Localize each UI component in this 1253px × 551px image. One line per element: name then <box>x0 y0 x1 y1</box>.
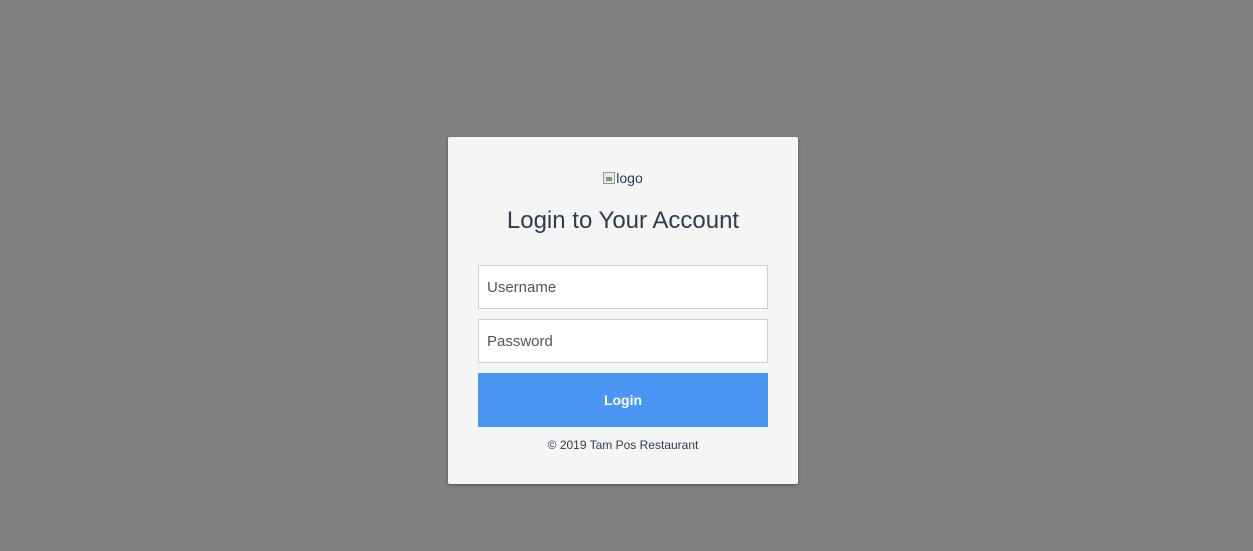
broken-image-icon <box>603 172 616 184</box>
login-card: logo Login to Your Account Login © 2019 … <box>448 137 798 484</box>
logo-alt-text: logo <box>616 170 643 186</box>
login-button[interactable]: Login <box>478 373 768 427</box>
username-input[interactable] <box>478 265 768 309</box>
copyright-footer: © 2019 Tam Pos Restaurant <box>547 438 699 452</box>
logo: logo <box>448 169 798 187</box>
password-input[interactable] <box>478 319 768 363</box>
page-title: Login to Your Account <box>506 207 740 234</box>
